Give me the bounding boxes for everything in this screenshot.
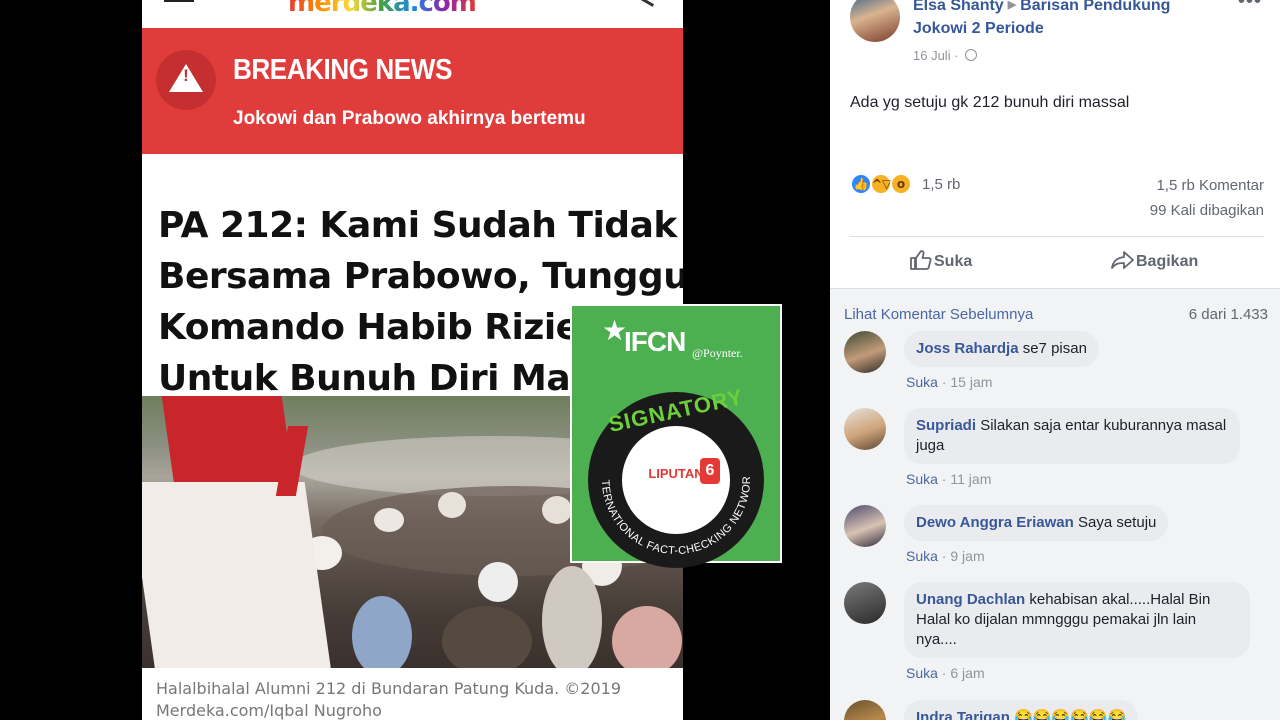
comment-item: Dewo Anggra Eriawan Saya setuju Suka · 9… bbox=[844, 505, 1264, 565]
flag-white bbox=[142, 482, 332, 668]
commenter-avatar[interactable] bbox=[844, 700, 886, 720]
author-name[interactable]: Elsa Shanty bbox=[913, 0, 1004, 14]
post-header-line: Elsa Shanty ▶ Barisan Pendukung bbox=[913, 0, 1170, 15]
commenter-avatar[interactable] bbox=[844, 331, 886, 373]
group-name-line2[interactable]: Jokowi 2 Periode bbox=[913, 20, 1044, 38]
post-date[interactable]: 16 Juli bbox=[913, 48, 951, 63]
arrow-right-icon: ▶ bbox=[1007, 0, 1017, 11]
author-avatar[interactable] bbox=[850, 0, 900, 42]
search-icon[interactable] bbox=[640, 0, 658, 7]
facebook-post: Elsa Shanty ▶ Barisan Pendukung Jokowi 2 P… bbox=[830, 0, 1280, 720]
comment-like-link[interactable]: Suka bbox=[906, 548, 938, 564]
globe-icon bbox=[965, 49, 978, 61]
photo-caption: Halalbihalal Alumni 212 di Bundaran Patu… bbox=[156, 678, 676, 720]
divider bbox=[850, 236, 1264, 237]
breaking-news-title: BREAKING NEWS bbox=[233, 54, 452, 86]
share-label: Bagikan bbox=[1136, 253, 1199, 270]
thumbs-up-icon bbox=[910, 250, 932, 270]
like-button[interactable]: Suka bbox=[908, 248, 972, 278]
commenter-name[interactable]: Indra Tarigan bbox=[916, 709, 1010, 720]
comment-meta: Suka · 15 jam bbox=[906, 374, 993, 390]
reaction-count[interactable]: 1,5 rb bbox=[922, 176, 960, 193]
commenter-avatar[interactable] bbox=[844, 505, 886, 547]
wow-reaction-icon: o bbox=[890, 173, 912, 195]
site-header: merdeka.com bbox=[142, 0, 683, 28]
comment-time[interactable]: 11 jam bbox=[950, 471, 991, 487]
commenter-avatar[interactable] bbox=[844, 408, 886, 450]
comments-page-count: 6 dari 1.433 bbox=[1188, 306, 1268, 323]
more-options-icon[interactable]: ••• bbox=[1238, 0, 1262, 13]
comment-item: Unang Dachlan kehabisan akal.....Halal B… bbox=[844, 582, 1264, 682]
member-logo: LIPUTAN 6 bbox=[622, 426, 730, 534]
member-number: 6 bbox=[700, 458, 720, 484]
post-text: Ada yg setuju gk 212 bunuh diri massal bbox=[850, 94, 1130, 111]
comment-bubble: Dewo Anggra Eriawan Saya setuju bbox=[904, 505, 1169, 541]
like-label: Suka bbox=[934, 253, 973, 270]
poynter-label: @Poynter. bbox=[692, 346, 743, 360]
comment-meta: Suka · 9 jam bbox=[906, 548, 985, 564]
signatory-ring: SIGNATORY INTERNATIONAL FACT-CHECKING NE… bbox=[588, 384, 764, 568]
commenter-name[interactable]: Supriadi bbox=[916, 417, 976, 434]
view-previous-comments-link[interactable]: Lihat Komentar Sebelumnya bbox=[844, 306, 1033, 323]
share-icon bbox=[1111, 251, 1134, 269]
comment-text: se7 pisan bbox=[1022, 340, 1087, 357]
caption-line: Halalbihalal Alumni 212 di Bundaran Patu… bbox=[156, 679, 622, 698]
commenter-name[interactable]: Joss Rahardja bbox=[916, 340, 1019, 357]
caption-line: Merdeka.com/Iqbal Nugroho bbox=[156, 701, 382, 720]
headline-line: PA 212: Kami Sudah Tidak bbox=[158, 205, 677, 246]
comment-time[interactable]: 6 jam bbox=[950, 665, 984, 681]
post-date-line: 16 Juli · bbox=[913, 48, 978, 63]
commenter-name[interactable]: Dewo Anggra Eriawan bbox=[916, 514, 1074, 531]
comment-bubble: Unang Dachlan kehabisan akal.....Halal B… bbox=[904, 582, 1250, 658]
group-name[interactable]: Barisan Pendukung bbox=[1020, 0, 1170, 14]
comment-emojis: 😂😂😂😂😂😂 bbox=[1014, 709, 1127, 720]
breaking-news-subtitle: Jokowi dan Prabowo akhirnya bertemu bbox=[233, 108, 586, 129]
comment-like-link[interactable]: Suka bbox=[906, 471, 938, 487]
comment-time[interactable]: 9 jam bbox=[950, 548, 984, 564]
share-button[interactable]: Bagikan bbox=[1110, 248, 1198, 278]
comment-meta: Suka · 6 jam bbox=[906, 665, 985, 681]
ifcn-logo: IFCN bbox=[624, 326, 686, 357]
comment-item: Joss Rahardja se7 pisan Suka · 15 jam bbox=[844, 331, 1264, 391]
comment-item: Indra Tarigan 😂😂😂😂😂😂 bbox=[844, 700, 1264, 720]
commenter-name[interactable]: Unang Dachlan bbox=[916, 591, 1025, 608]
comment-item: Supriadi Silakan saja entar kuburannya m… bbox=[844, 408, 1264, 492]
commenter-avatar[interactable] bbox=[844, 582, 886, 624]
comment-bubble: Joss Rahardja se7 pisan bbox=[904, 331, 1099, 367]
comment-count[interactable]: 1,5 rb Komentar bbox=[1030, 177, 1264, 194]
comment-text: Saya setuju bbox=[1077, 514, 1157, 531]
like-reaction-icon: 👍 bbox=[850, 173, 872, 195]
comment-like-link[interactable]: Suka bbox=[906, 665, 938, 681]
ifcn-signatory-badge: ★ IFCN @Poynter. SIGNATORY INTERNATIONAL… bbox=[570, 304, 782, 568]
headline-line: Bersama Prabowo, Tunggu bbox=[158, 256, 683, 297]
site-logo: merdeka.com bbox=[288, 0, 538, 14]
warning-icon: ! bbox=[156, 50, 216, 110]
comment-bubble: Indra Tarigan 😂😂😂😂😂😂 bbox=[904, 700, 1139, 720]
hamburger-menu-icon[interactable] bbox=[164, 0, 194, 2]
haha-reaction-icon: ^▽^ bbox=[870, 173, 901, 195]
comment-bubble: Supriadi Silakan saja entar kuburannya m… bbox=[904, 408, 1240, 464]
share-count[interactable]: 99 Kali dibagikan bbox=[1030, 202, 1264, 219]
comment-time[interactable]: 15 jam bbox=[950, 374, 992, 390]
comment-like-link[interactable]: Suka bbox=[906, 374, 938, 390]
breaking-news-banner: ! BREAKING NEWS Jokowi dan Prabowo akhir… bbox=[142, 28, 683, 154]
comment-meta: Suka · 11 jam bbox=[906, 471, 992, 487]
